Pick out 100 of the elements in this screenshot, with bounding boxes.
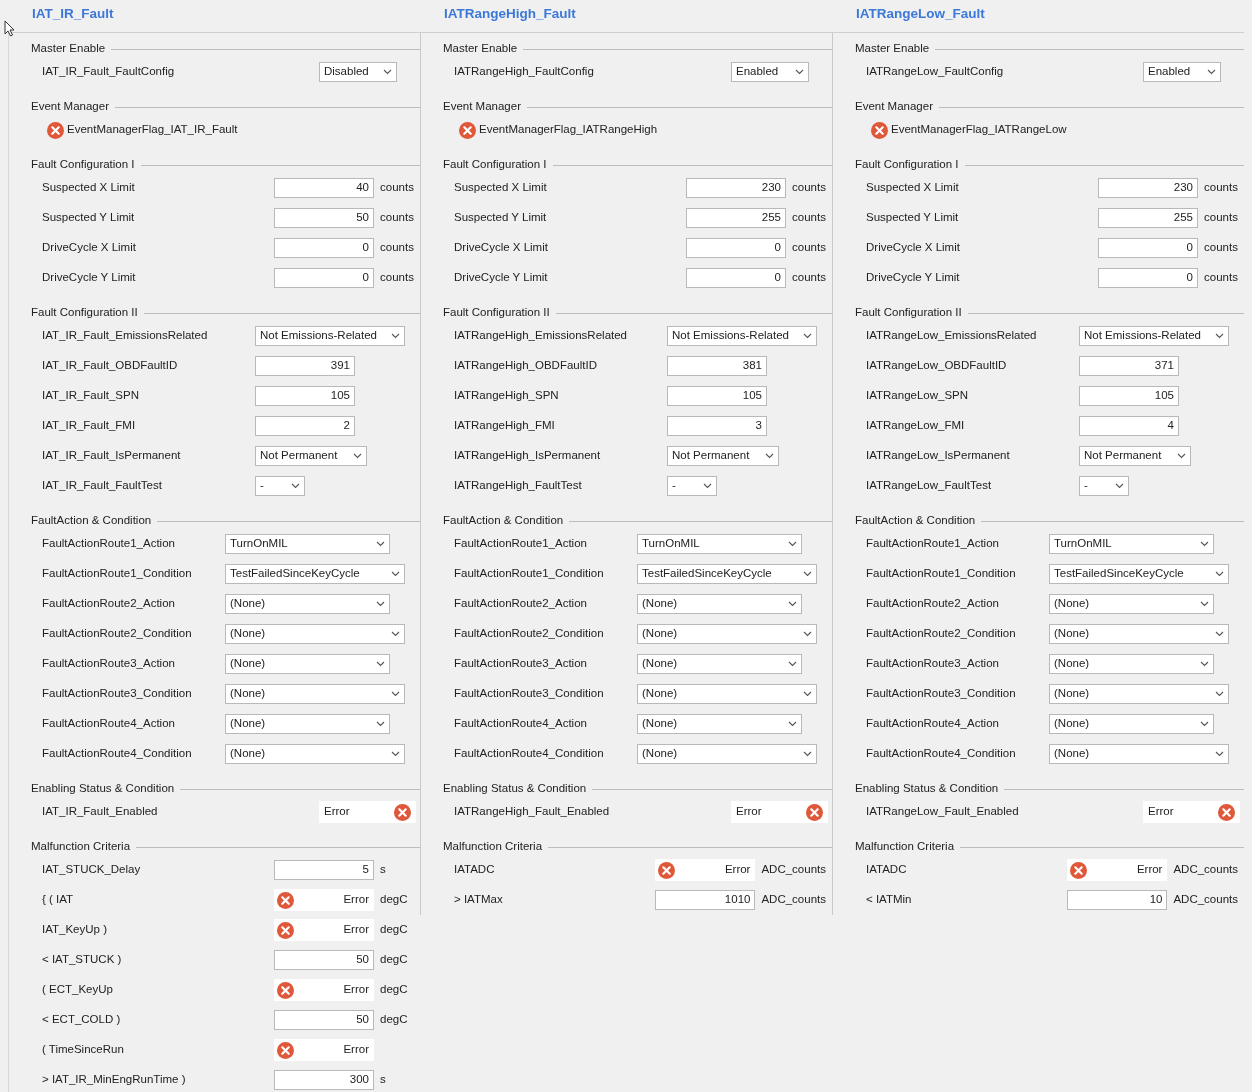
field-label: IAT_IR_Fault_IsPermanent [42,448,182,464]
dropdown[interactable]: (None) [637,594,802,614]
dropdown[interactable]: (None) [1049,684,1229,704]
number-field[interactable]: 105 [255,386,355,406]
number-field[interactable]: 0 [1098,268,1198,288]
dropdown[interactable]: (None) [225,654,390,674]
number-field[interactable]: 0 [274,268,374,288]
chevron-down-icon [1215,751,1224,757]
number-field[interactable]: 230 [686,178,786,198]
field-label: FaultActionRoute4_Action [454,716,588,732]
number-field[interactable]: 105 [1079,386,1179,406]
number-field[interactable]: 5 [274,860,374,880]
dropdown[interactable]: Disabled [319,62,397,82]
field-label: IATRangeHigh_FaultConfig [454,64,595,80]
number-field[interactable]: 230 [1098,178,1198,198]
unit-label: counts [380,240,414,256]
section-title: FaultAction & Condition [31,513,152,529]
field-label: IATRangeHigh_EmissionsRelated [454,328,628,344]
chevron-down-icon [803,691,812,697]
dropdown[interactable]: (None) [1049,624,1229,644]
field-label: DriveCycle Y Limit [42,270,137,286]
dropdown[interactable]: (None) [1049,594,1214,614]
dropdown[interactable]: - [667,476,717,496]
dropdown[interactable]: (None) [637,714,802,734]
dropdown[interactable]: Enabled [731,62,809,82]
number-field[interactable]: 255 [686,208,786,228]
dropdown[interactable]: TestFailedSinceKeyCycle [637,564,817,584]
number-field[interactable]: 0 [274,238,374,258]
number-field[interactable]: 255 [1098,208,1198,228]
unit-label: counts [792,270,826,286]
error-value: Error [1136,862,1163,878]
unit-label: ADC_counts [1173,892,1238,908]
dropdown[interactable]: (None) [1049,714,1214,734]
field-label: FaultActionRoute1_Condition [866,566,1017,582]
number-field[interactable]: 105 [667,386,767,406]
dropdown[interactable]: Not Permanent [667,446,779,466]
dropdown[interactable]: Not Emissions-Related [667,326,817,346]
field-label: IATRangeLow_IsPermanent [866,448,1011,464]
dropdown[interactable]: - [255,476,305,496]
number-field[interactable]: 371 [1079,356,1179,376]
dropdown[interactable]: - [1079,476,1129,496]
number-field[interactable]: 3 [667,416,767,436]
number-field[interactable]: 50 [274,208,374,228]
number-field[interactable]: 10 [1067,890,1168,910]
field-label: IAT_IR_Fault_Enabled [42,804,159,820]
dropdown[interactable]: (None) [225,684,405,704]
number-field[interactable]: 4 [1079,416,1179,436]
unit-label: counts [792,210,826,226]
chevron-down-icon [788,721,797,727]
panel-title: IATRangeHigh_Fault [444,6,576,21]
section-title: Event Manager [31,99,109,115]
chevron-down-icon [1215,333,1224,339]
field-label: ( ECT_KeyUp [42,982,114,998]
number-field[interactable]: 300 [274,1070,374,1090]
number-field[interactable]: 40 [274,178,374,198]
dropdown[interactable]: (None) [225,624,405,644]
unit-label: degC [380,982,409,998]
number-field[interactable]: 1010 [655,890,756,910]
dropdown[interactable]: Not Permanent [1079,446,1191,466]
number-field[interactable]: 381 [667,356,767,376]
dropdown[interactable]: Not Emissions-Related [1079,326,1229,346]
dropdown[interactable]: Enabled [1143,62,1221,82]
number-field[interactable]: 50 [274,1010,374,1030]
dropdown[interactable]: (None) [225,744,405,764]
dropdown[interactable]: (None) [225,594,390,614]
section-title: Enabling Status & Condition [31,781,175,797]
unit-label: degC [380,892,409,908]
field-label: FaultActionRoute3_Condition [42,686,193,702]
dropdown[interactable]: (None) [637,744,817,764]
chevron-down-icon [803,751,812,757]
dropdown[interactable]: TurnOnMIL [1049,534,1214,554]
number-field[interactable]: 0 [686,268,786,288]
mouse-pointer-icon [4,20,15,37]
chevron-down-icon [1215,571,1224,577]
chevron-down-icon [1200,661,1209,667]
dropdown[interactable]: (None) [225,714,390,734]
dropdown[interactable]: (None) [637,684,817,704]
field-label: EventManagerFlag_IAT_IR_Fault [67,122,238,138]
field-label: < IAT_STUCK ) [42,952,123,968]
field-label: FaultActionRoute2_Condition [42,626,193,642]
field-label: FaultActionRoute1_Condition [454,566,605,582]
dropdown[interactable]: TestFailedSinceKeyCycle [225,564,405,584]
chevron-down-icon [788,661,797,667]
dropdown[interactable]: Not Emissions-Related [255,326,405,346]
dropdown[interactable]: (None) [637,624,817,644]
dropdown[interactable]: TurnOnMIL [225,534,390,554]
dropdown[interactable]: (None) [1049,744,1229,764]
error-icon [47,121,64,139]
number-field[interactable]: 50 [274,950,374,970]
unit-label: degC [380,952,409,968]
dropdown[interactable]: (None) [1049,654,1214,674]
number-field[interactable]: 0 [686,238,786,258]
number-field[interactable]: 0 [1098,238,1198,258]
number-field[interactable]: 391 [255,356,355,376]
dropdown[interactable]: TurnOnMIL [637,534,802,554]
dropdown[interactable]: Not Permanent [255,446,367,466]
dropdown[interactable]: (None) [637,654,802,674]
dropdown[interactable]: TestFailedSinceKeyCycle [1049,564,1229,584]
chevron-down-icon [391,333,400,339]
number-field[interactable]: 2 [255,416,355,436]
